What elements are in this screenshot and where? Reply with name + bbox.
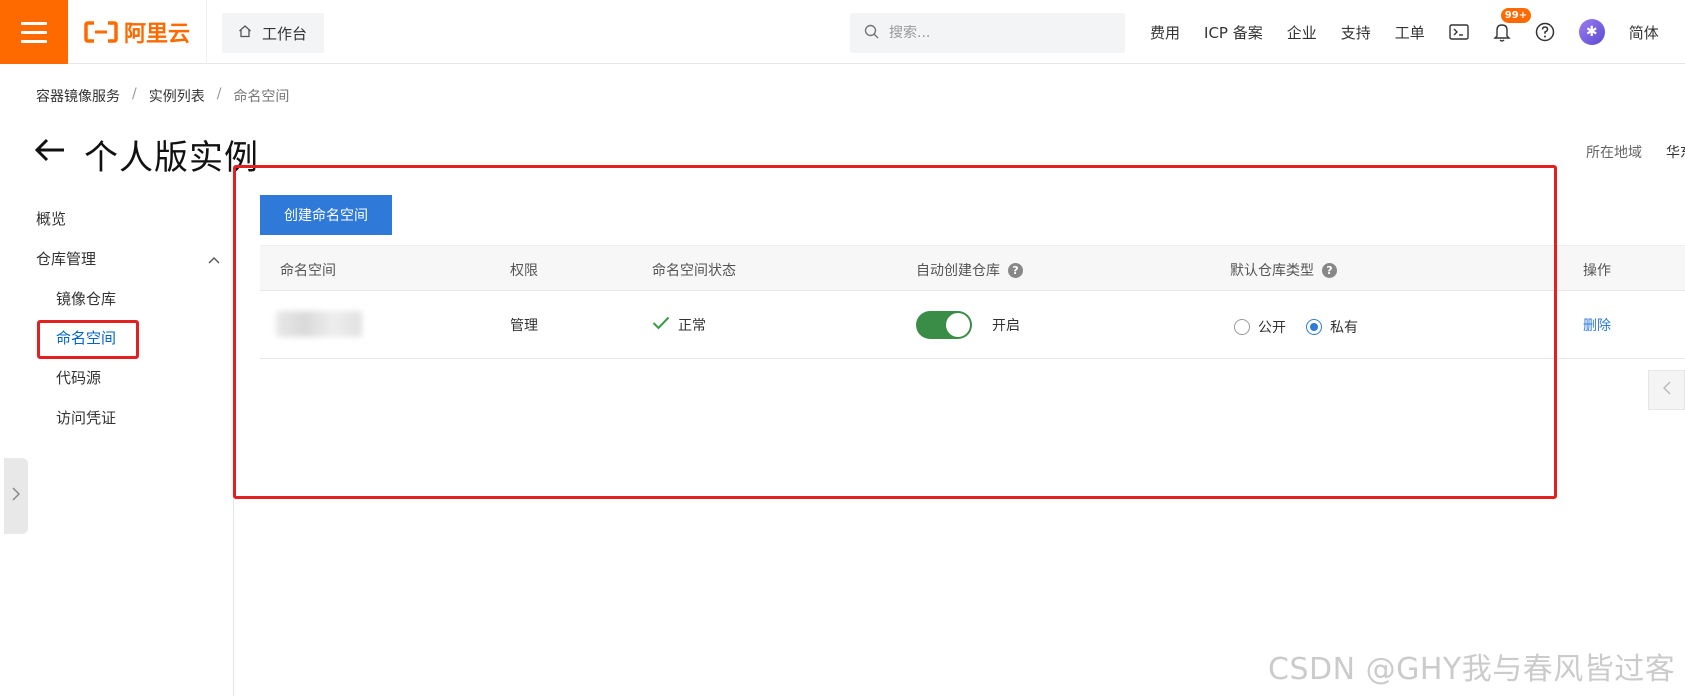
nav-link-icp[interactable]: ICP 备案 [1204, 22, 1263, 43]
user-avatar[interactable]: ✱ [1578, 19, 1605, 45]
terminal-icon[interactable] [1449, 24, 1469, 40]
header-divider [206, 0, 207, 64]
notification-bell-icon[interactable]: 99+ [1493, 8, 1532, 42]
workbench-label: 工作台 [262, 24, 308, 43]
logo-text: 阿里云 [124, 22, 191, 47]
breadcrumb-separator: / [132, 86, 137, 102]
sidebar-item-overview[interactable]: 概览 [36, 208, 66, 229]
help-circle-icon[interactable] [1535, 22, 1555, 42]
top-navigation-bar: 阿里云 工作台 费用 ICP 备案 企业 支持 工单 99+ ✱ 简体 [0, 0, 1685, 64]
nav-link-billing[interactable]: 费用 [1150, 22, 1180, 43]
home-icon [238, 24, 252, 42]
sidebar-item-access-credential[interactable]: 访问凭证 [56, 407, 116, 428]
search-box[interactable] [850, 13, 1125, 53]
nav-link-support[interactable]: 支持 [1341, 22, 1371, 43]
menu-line-icon [21, 21, 47, 25]
sidebar-item-image-repo[interactable]: 镜像仓库 [56, 288, 116, 309]
watermark: CSDN @GHY我与春风皆过客 [1268, 652, 1676, 687]
language-switch[interactable]: 简体 [1629, 22, 1659, 43]
back-arrow-icon[interactable] [34, 137, 66, 167]
aliyun-logo-icon [84, 21, 118, 43]
table-highlight-annotation [233, 165, 1557, 499]
region-value[interactable]: 华东 [1666, 142, 1685, 162]
workbench-button[interactable]: 工作台 [222, 13, 324, 53]
search-icon [864, 24, 879, 43]
aliyun-logo[interactable]: 阿里云 [84, 18, 191, 47]
breadcrumb-item[interactable]: 实例列表 [149, 86, 205, 106]
breadcrumb-current: 命名空间 [233, 89, 290, 105]
breadcrumb-item[interactable]: 容器镜像服务 [36, 86, 120, 106]
nav-link-ticket[interactable]: 工单 [1395, 22, 1425, 43]
sidebar-collapse-handle[interactable] [4, 458, 28, 534]
hamburger-menu-button[interactable] [0, 0, 68, 64]
column-header-actions: 操作 [1583, 263, 1611, 279]
sidebar-group-repo-mgmt[interactable]: 仓库管理 [36, 248, 96, 269]
chevron-left-icon [1662, 381, 1671, 399]
delete-link[interactable]: 删除 [1583, 315, 1611, 335]
sidebar: 概览 仓库管理 镜像仓库 命名空间 代码源 访问凭证 [0, 168, 234, 696]
avatar-star-icon: ✱ [1585, 24, 1598, 40]
breadcrumb-separator: / [216, 86, 222, 102]
nav-link-enterprise[interactable]: 企业 [1287, 22, 1317, 43]
breadcrumb: 容器镜像服务 / 实例列表 / 命名空间 [36, 86, 289, 106]
top-nav-links: 费用 ICP 备案 企业 支持 工单 99+ ✱ 简体 [1150, 0, 1683, 64]
menu-line-icon [21, 30, 47, 34]
chevron-up-icon[interactable] [208, 252, 220, 268]
menu-line-icon [21, 39, 47, 43]
right-panel-expand-tab[interactable] [1648, 370, 1685, 410]
region-label: 所在地域 [1586, 145, 1642, 161]
sidebar-item-code-source[interactable]: 代码源 [56, 367, 101, 388]
search-input[interactable] [889, 25, 1089, 41]
notification-badge: 99+ [1500, 8, 1532, 23]
namespace-highlight-annotation [37, 320, 139, 359]
chevron-right-icon [12, 487, 21, 505]
